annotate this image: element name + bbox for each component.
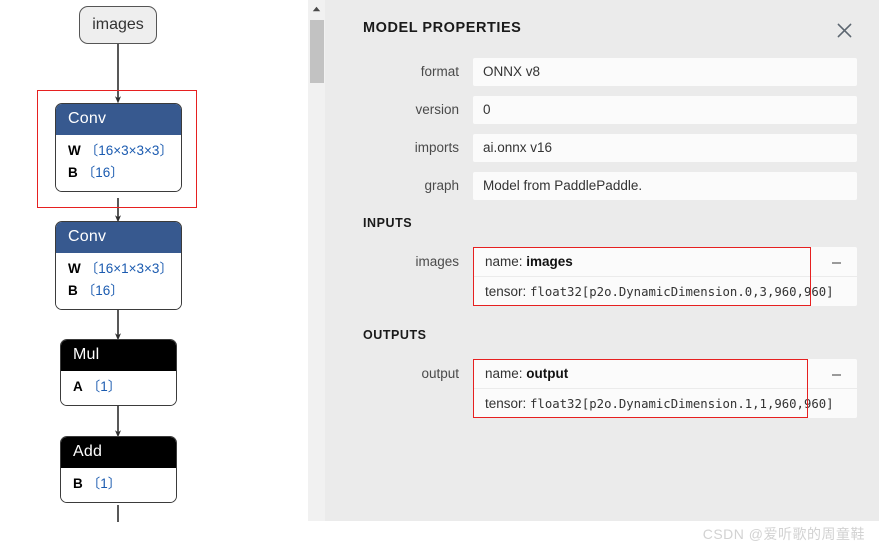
property-value[interactable]: Model from PaddlePaddle. [473,172,857,200]
input-row-images: images name: images tensor: float32[p2o.… [363,247,857,306]
graph-node-add-type: Add [61,437,176,468]
watermark: CSDN @爱听歌的周童鞋 [702,526,865,542]
attr-row: B 〔16〕 [68,162,169,184]
output-label: output [421,366,459,381]
input-card[interactable]: name: images tensor: float32[p2o.Dynamic… [473,247,857,306]
attr-row: B 〔1〕 [73,473,164,495]
output-name-prefix: name: [485,366,527,381]
property-row-format: format ONNX v8 [363,58,857,86]
chevron-up-icon[interactable] [308,0,325,17]
attr-row: W 〔16×1×3×3〕 [68,258,173,280]
attr-key: B [68,282,78,298]
output-row-output: output name: output tensor: float32[p2o.… [363,359,857,418]
property-value[interactable]: ONNX v8 [473,58,857,86]
property-row-graph: graph Model from PaddlePaddle. [363,172,857,200]
input-name-value: images [526,254,573,269]
output-card[interactable]: name: output tensor: float32[p2o.Dynamic… [473,359,857,418]
graph-node-mul-type: Mul [61,340,176,371]
graph-node-mul-attrs: A 〔1〕 [61,371,176,405]
input-name-prefix: name: [485,254,527,269]
model-properties-table: format ONNX v8 version 0 imports ai.onnx… [363,58,857,210]
minus-icon[interactable] [829,368,843,382]
attr-key: W [68,261,81,276]
property-label: format [420,64,459,79]
model-graph-canvas[interactable]: images Conv W 〔16×3×3×3〕 B 〔16〕 Conv W 〔16×… [0,0,308,552]
graph-node-add[interactable]: Add B 〔1〕 [60,436,177,503]
input-label: images [415,254,459,269]
input-tensor-prefix: tensor: [485,284,531,299]
property-label: version [415,102,459,117]
property-value[interactable]: 0 [473,96,857,124]
attr-key: W [68,143,81,158]
attr-value: 〔1〕 [86,379,122,394]
panel-title: MODEL PROPERTIES [363,20,522,36]
output-tensor-value: float32[p2o.DynamicDimension.1,1,960,960… [530,397,834,411]
attr-key: B [68,164,78,180]
attr-value: 〔16×3×3×3〕 [84,143,173,158]
output-tensor-prefix: tensor: [485,396,531,411]
attr-key: A [73,379,83,394]
panel-scrollbar[interactable] [308,0,325,521]
scrollbar-thumb[interactable] [310,20,324,83]
attr-row: A 〔1〕 [73,376,164,398]
property-label: graph [424,178,459,193]
minus-icon[interactable] [829,256,843,270]
model-properties-panel: MODEL PROPERTIES format ONNX v8 version … [308,0,879,521]
input-tensor-line: tensor: float32[p2o.DynamicDimension.0,3… [473,276,857,306]
attr-value: 〔16×1×3×3〕 [84,261,173,276]
panel-content: MODEL PROPERTIES format ONNX v8 version … [325,0,879,521]
input-tensor-value: float32[p2o.DynamicDimension.0,3,960,960… [530,285,834,299]
app-root: images Conv W 〔16×3×3×3〕 B 〔16〕 Conv W 〔16×… [0,0,879,552]
property-row-version: version 0 [363,96,857,124]
graph-node-conv2-type: Conv [56,222,181,253]
output-name-line: name: output [473,359,857,388]
attr-value: 〔16〕 [81,164,124,180]
graph-node-mul[interactable]: Mul A 〔1〕 [60,339,177,406]
output-tensor-line: tensor: float32[p2o.DynamicDimension.1,1… [473,388,857,418]
attr-row: W 〔16×3×3×3〕 [68,140,173,162]
graph-node-conv1-type: Conv [56,104,181,135]
section-heading-outputs: OUTPUTS [363,328,427,342]
section-heading-inputs: INPUTS [363,216,413,230]
attr-key: B [73,476,83,491]
property-label: imports [414,140,459,155]
property-value[interactable]: ai.onnx v16 [473,134,857,162]
graph-node-conv2[interactable]: Conv W 〔16×1×3×3〕 B 〔16〕 [55,221,182,310]
close-icon[interactable] [831,17,857,43]
attr-value: 〔16〕 [81,282,124,298]
attr-value: 〔1〕 [86,476,122,491]
graph-node-images[interactable]: images [79,6,157,44]
graph-node-conv2-attrs: W 〔16×1×3×3〕 B 〔16〕 [56,253,181,309]
property-row-imports: imports ai.onnx v16 [363,134,857,162]
graph-node-images-label: images [92,16,144,33]
graph-node-add-attrs: B 〔1〕 [61,468,176,502]
output-name-value: output [526,366,569,381]
attr-row: B 〔16〕 [68,280,169,302]
input-name-line: name: images [473,247,857,276]
graph-node-conv1-attrs: W 〔16×3×3×3〕 B 〔16〕 [56,135,181,191]
graph-node-conv1[interactable]: Conv W 〔16×3×3×3〕 B 〔16〕 [55,103,182,192]
